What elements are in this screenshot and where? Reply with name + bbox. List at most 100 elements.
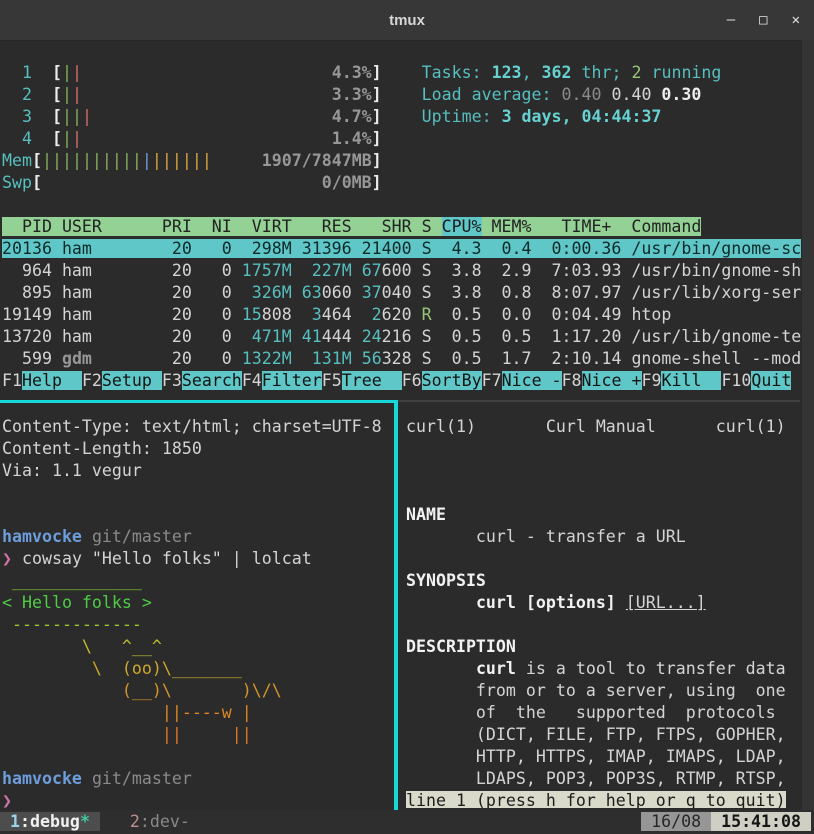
text-segment — [82, 769, 92, 788]
process-table-header[interactable]: PID USER PRI NI VIRT RES SHR S CPU% MEM%… — [2, 216, 812, 238]
pane-border-vertical[interactable] — [394, 400, 398, 810]
window-tab-1[interactable]: 1 — [0, 812, 20, 831]
text-segment: curl(1) Curl Manual curl(1) — [406, 417, 786, 436]
window-tab-2[interactable]: :dev- — [140, 812, 190, 831]
man-section-name: NAME — [406, 504, 814, 526]
text-segment: (DICT, FILE, FTP, FTPS, GOPHER, — [406, 725, 786, 744]
close-button[interactable]: ✕ — [792, 0, 800, 40]
cowsay-line: || || — [2, 724, 392, 746]
text-segment: 67 — [362, 261, 382, 280]
fkey-kill-button[interactable]: Kill — [661, 371, 721, 390]
fkey-f9[interactable]: F9 — [642, 371, 662, 390]
cpu-meter-2: 2 [|| 3.3%] Load average: 0.40 0.40 0.30 — [2, 84, 812, 106]
process-row[interactable]: 964 ham 20 0 1757M 227M 67600 S 3.8 2.9 … — [2, 260, 812, 282]
fkey-f7[interactable]: F7 — [482, 371, 502, 390]
status-clock: 16/08 15:41:08 — [641, 811, 811, 833]
fkey-f10[interactable]: F10 — [721, 371, 751, 390]
fkey-help-button[interactable]: Help — [22, 371, 82, 390]
command-text[interactable]: cowsay "Hello folks" | lolcat — [12, 549, 312, 568]
text-segment: 1322M — [242, 349, 292, 368]
text-segment: gdm — [62, 349, 92, 368]
fkey-f4[interactable]: F4 — [242, 371, 262, 390]
fkey-quit-button[interactable]: Quit — [751, 371, 791, 390]
text-segment: Swp — [2, 173, 32, 192]
text-segment: thr; — [572, 63, 632, 82]
text-segment: ] — [372, 151, 382, 170]
sort-column-cpu[interactable]: CPU% — [442, 217, 482, 236]
fkey-f2[interactable]: F2 — [82, 371, 102, 390]
text-segment: 24 — [362, 327, 382, 346]
prompt-user: hamvocke — [2, 527, 82, 546]
text-segment: 216 S 0.5 0.5 1:17.20 /usr/lib/gnome-te — [382, 327, 802, 346]
mem-meter: Mem[||||||||||||||||| 1907/7847MB] — [2, 150, 812, 172]
prompt-arrow-icon: ❯ — [2, 791, 12, 808]
process-row[interactable]: 13720 ham 20 0 471M 41444 24216 S 0.5 0.… — [2, 326, 812, 348]
text-segment: [ — [52, 63, 62, 82]
cowsay-line: ------------- — [2, 614, 392, 636]
text-segment: 1.4% — [82, 129, 372, 148]
pane-border-horizontal-active[interactable] — [0, 400, 394, 403]
cowsay-line: \ (oo)\_______ — [2, 658, 392, 680]
man-title-line: curl(1) Curl Manual curl(1) — [406, 416, 814, 438]
minimize-button[interactable]: – — [727, 0, 735, 40]
text-segment — [292, 261, 312, 280]
process-row-selected[interactable]: 20136 ham 20 0 298M 31396 21400 S 4.3 0.… — [2, 238, 812, 260]
text-segment — [406, 593, 476, 612]
scrollbar[interactable] — [801, 40, 814, 810]
process-row[interactable]: 19149 ham 20 0 15808 3464 2620 R 0.5 0.0… — [2, 304, 812, 326]
fkey-tree-button[interactable]: Tree — [342, 371, 402, 390]
fkey-f5[interactable]: F5 — [322, 371, 342, 390]
swap-meter: Swp[ 0/0MB] — [2, 172, 812, 194]
url-placeholder: [URL...] — [626, 593, 706, 612]
text-segment: 15 — [242, 305, 262, 324]
cowsay-line: < Hello folks > — [2, 592, 392, 614]
window-tab-1[interactable] — [90, 812, 100, 831]
blank-line — [406, 614, 814, 636]
fkey-sortby-button[interactable]: SortBy — [422, 371, 482, 390]
cowsay-line: (__)\ )\/\ — [2, 680, 392, 702]
text-segment: 2 — [2, 85, 52, 104]
man-section-description: DESCRIPTION — [406, 636, 814, 658]
column-headers[interactable]: PID USER PRI NI VIRT RES SHR S — [2, 217, 442, 236]
process-row[interactable]: 895 ham 20 0 326M 63060 37040 S 3.8 0.8 … — [2, 282, 812, 304]
cowsay-line: \ ^__^ — [2, 636, 392, 658]
text-segment: |||||||||| — [42, 151, 142, 170]
fkey-nice-minus-button[interactable]: Nice - — [502, 371, 562, 390]
window-tab-1[interactable]: :debug — [20, 812, 80, 831]
window-tab-2[interactable]: 2 — [120, 812, 140, 831]
window-list-area: 1:debug* 2:dev- — [0, 811, 200, 833]
blank-line — [406, 460, 814, 482]
shell-command-line[interactable]: ❯ cowsay "Hello folks" | lolcat — [2, 548, 392, 570]
fkey-filter-button[interactable]: Filter — [262, 371, 322, 390]
text-segment: 227M — [312, 261, 352, 280]
column-headers[interactable]: MEM% TIME+ Command — [482, 217, 702, 236]
fkey-setup-button[interactable]: Setup — [102, 371, 162, 390]
shell-cursor-line[interactable]: ❯ — [2, 790, 392, 808]
blank-line — [406, 548, 814, 570]
text-segment: Tasks: — [422, 63, 492, 82]
process-row[interactable]: 599 gdm 20 0 1322M 131M 56328 S 0.5 1.7 … — [2, 348, 812, 370]
fkey-f6[interactable]: F6 — [402, 371, 422, 390]
text-segment: NAME — [406, 505, 446, 524]
text-segment: \ ^__^ — [2, 637, 162, 656]
text-segment: R — [422, 305, 432, 324]
fkey-f3[interactable]: F3 — [162, 371, 182, 390]
text-segment — [382, 63, 422, 82]
man-text: curl - transfer a URL — [406, 526, 814, 548]
text-segment — [190, 812, 200, 831]
text-segment: 471M — [252, 327, 292, 346]
man-page-pane[interactable]: curl(1) Curl Manual curl(1) NAME curl - … — [406, 416, 814, 808]
pane-border-horizontal-inactive[interactable] — [398, 400, 800, 402]
text-segment — [292, 349, 312, 368]
fkey-f1[interactable]: F1 — [2, 371, 22, 390]
shell-prompt-line: hamvocke git/master — [2, 768, 392, 790]
process-20136[interactable]: 20136 ham 20 0 298M 31396 21400 S 4.3 0.… — [2, 239, 801, 258]
maximize-button[interactable]: □ — [759, 0, 767, 40]
blank-line — [2, 194, 812, 216]
man-text: (DICT, FILE, FTP, FTPS, GOPHER, — [406, 724, 814, 746]
fkey-f8[interactable]: F8 — [562, 371, 582, 390]
fkey-search-button[interactable]: Search — [182, 371, 242, 390]
shell-pane[interactable]: Content-Type: text/html; charset=UTF-8Co… — [2, 416, 392, 808]
fkey-nice-plus-button[interactable]: Nice + — [582, 371, 642, 390]
text-segment: 13720 ham 20 0 — [2, 327, 252, 346]
